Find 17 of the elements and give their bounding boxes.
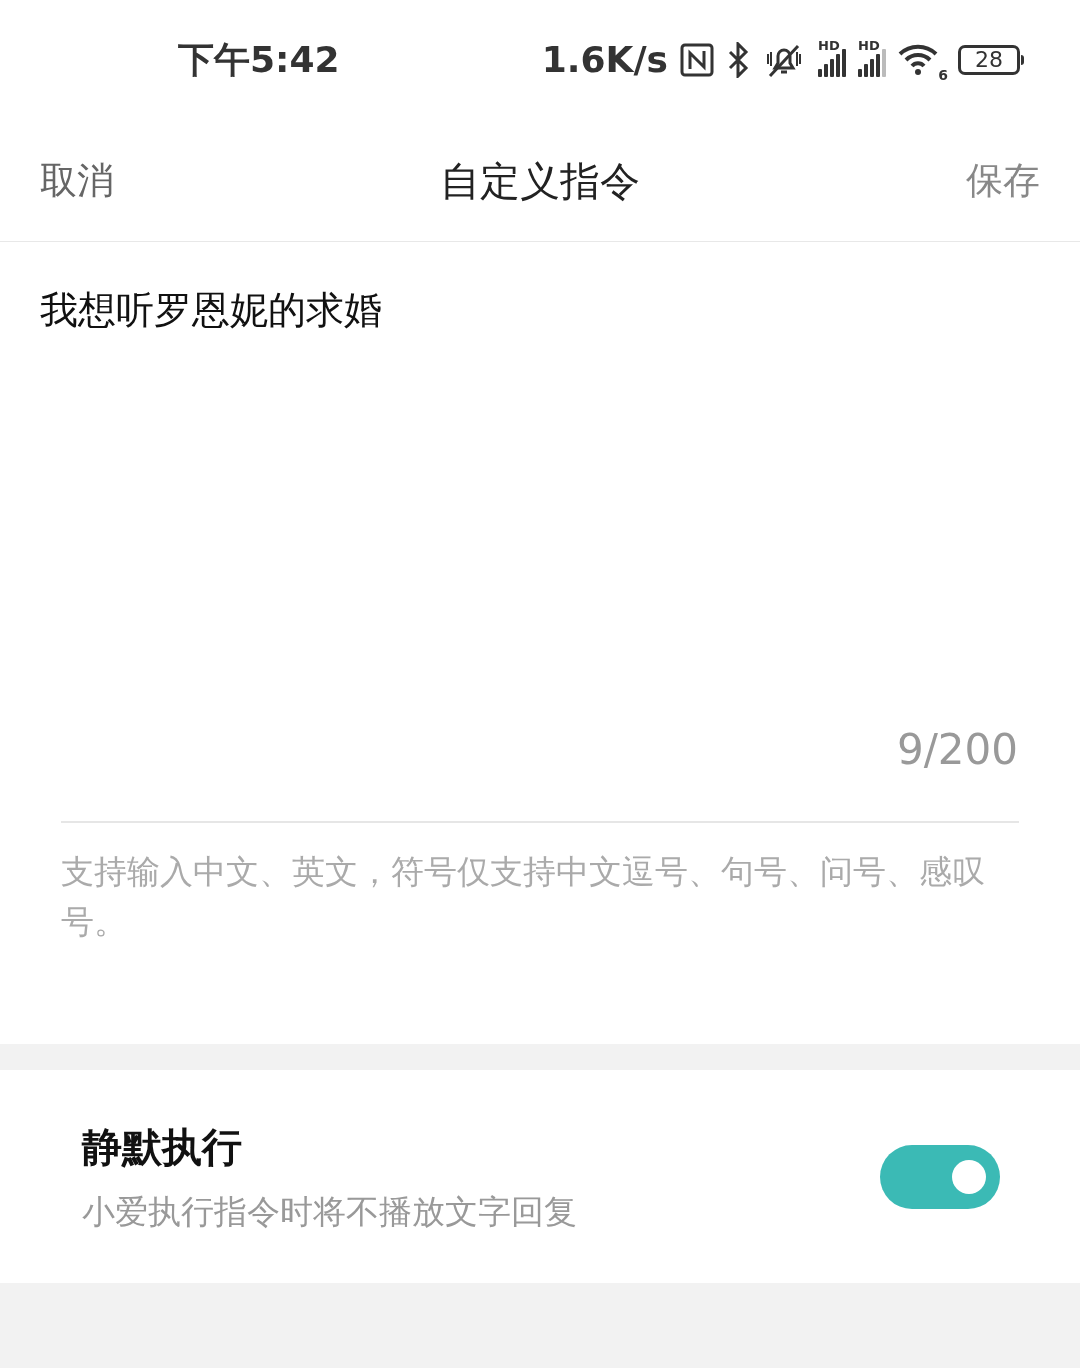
nfc-icon — [680, 43, 714, 77]
input-hint: 支持输入中文、英文，符号仅支持中文逗号、句号、问号、感叹号。 — [61, 851, 986, 943]
save-button[interactable]: 保存 — [966, 152, 1040, 209]
signal-label: HD — [818, 39, 840, 52]
wifi-label: 6 — [938, 68, 948, 82]
setting-title: 静默执行 — [82, 1122, 243, 1172]
battery-level: 28 — [975, 49, 1003, 71]
command-input[interactable]: 我想听罗恩妮的求婚 — [40, 278, 1040, 342]
page-title: 自定义指令 — [440, 156, 640, 206]
network-speed: 1.6K/s — [541, 38, 668, 82]
character-counter: 9/200 — [896, 724, 1018, 776]
wifi-icon — [898, 42, 938, 76]
cancel-button[interactable]: 取消 — [40, 152, 114, 209]
status-time: 下午5:42 — [178, 38, 340, 82]
signal-label: HD — [858, 39, 880, 52]
setting-description: 小爱执行指令时将不播放文字回复 — [82, 1190, 577, 1233]
bluetooth-icon — [726, 42, 750, 78]
